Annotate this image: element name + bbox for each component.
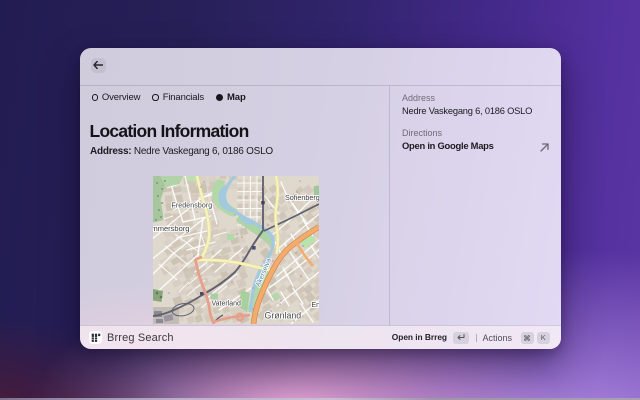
- svg-text:Fredensborg: Fredensborg: [172, 203, 213, 210]
- svg-text:Grønland: Grønland: [265, 311, 302, 321]
- svg-text:Vaterland: Vaterland: [212, 301, 242, 308]
- svg-text:Sofienberg: Sofienberg: [285, 193, 319, 202]
- svg-text:Eng: Eng: [312, 302, 320, 309]
- svg-text:mmersborg: mmersborg: [153, 224, 189, 233]
